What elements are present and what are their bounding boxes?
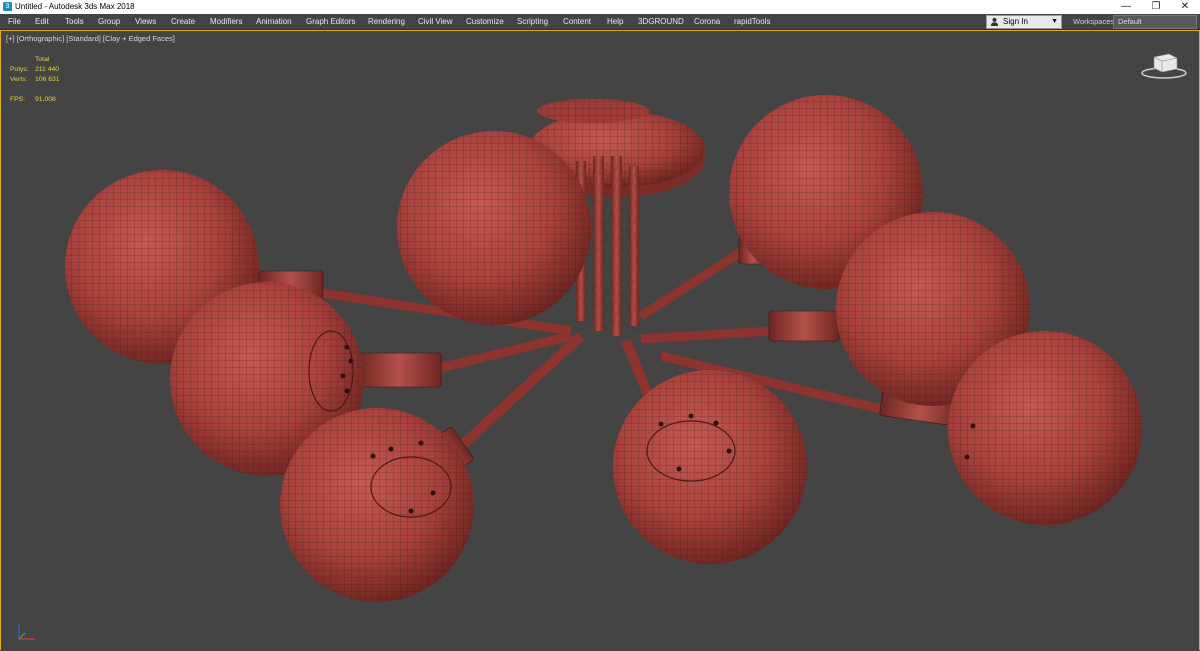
menu-file[interactable]: File xyxy=(8,16,21,27)
viewcube-icon[interactable] xyxy=(1139,51,1189,81)
stats-polys-label: Polys: xyxy=(10,66,29,73)
sign-in-label: Sign In xyxy=(1003,17,1028,26)
sign-in-dropdown[interactable]: Sign In ▼ xyxy=(986,15,1062,29)
stats-fps-label: FPS: xyxy=(10,96,26,103)
menu-help[interactable]: Help xyxy=(607,16,623,27)
minimize-button[interactable]: — xyxy=(1111,0,1141,14)
stats-fps-value: 91,008 xyxy=(35,96,56,103)
stats-verts-value: 106 631 xyxy=(35,76,60,83)
workspaces-select[interactable]: Default xyxy=(1113,15,1197,29)
3dsmax-app-icon: 3 xyxy=(3,2,12,11)
menu-rendering[interactable]: Rendering xyxy=(368,16,405,27)
menu-civil-view[interactable]: Civil View xyxy=(418,16,453,27)
axis-tripod-icon xyxy=(18,624,35,640)
user-icon xyxy=(990,17,999,26)
chandelier-model[interactable] xyxy=(1,31,1199,651)
menu-edit[interactable]: Edit xyxy=(35,16,49,27)
menu-3dground[interactable]: 3DGROUND xyxy=(638,16,684,27)
close-button[interactable]: ✕ xyxy=(1170,0,1200,14)
window-title: Untitled - Autodesk 3ds Max 2018 xyxy=(15,2,135,11)
statistics-overlay: Total Polys: 211 440 Verts: 106 631 FPS: 91… xyxy=(10,55,90,105)
stats-polys-value: 211 440 xyxy=(35,66,60,73)
menu-create[interactable]: Create xyxy=(171,16,195,27)
menu-rapidtools[interactable]: rapidTools xyxy=(734,16,770,27)
menu-group[interactable]: Group xyxy=(98,16,120,27)
menu-corona[interactable]: Corona xyxy=(694,16,720,27)
menu-bar: File Edit Tools Group Views Create Modif… xyxy=(0,14,1200,30)
title-bar: 3 Untitled - Autodesk 3ds Max 2018 — ❐ ✕ xyxy=(0,0,1200,14)
restore-button[interactable]: ❐ xyxy=(1141,0,1171,14)
menu-scripting[interactable]: Scripting xyxy=(517,16,548,27)
menu-graph-editors[interactable]: Graph Editors xyxy=(306,16,355,27)
menu-animation[interactable]: Animation xyxy=(256,16,292,27)
stats-total-label: Total xyxy=(35,56,50,63)
workspaces-value: Default xyxy=(1118,17,1142,26)
chevron-down-icon: ▼ xyxy=(1051,18,1058,25)
viewport-label[interactable]: [+] [Orthographic] [Standard] [Clay + Ed… xyxy=(6,34,175,43)
menu-content[interactable]: Content xyxy=(563,16,591,27)
menu-customize[interactable]: Customize xyxy=(466,16,504,27)
menu-tools[interactable]: Tools xyxy=(65,16,84,27)
workspaces-label: Workspaces: xyxy=(1073,17,1117,26)
perspective-viewport[interactable]: [+] [Orthographic] [Standard] [Clay + Ed… xyxy=(0,30,1200,650)
menu-views[interactable]: Views xyxy=(135,16,156,27)
menu-modifiers[interactable]: Modifiers xyxy=(210,16,242,27)
stats-verts-label: Verts: xyxy=(10,76,28,83)
